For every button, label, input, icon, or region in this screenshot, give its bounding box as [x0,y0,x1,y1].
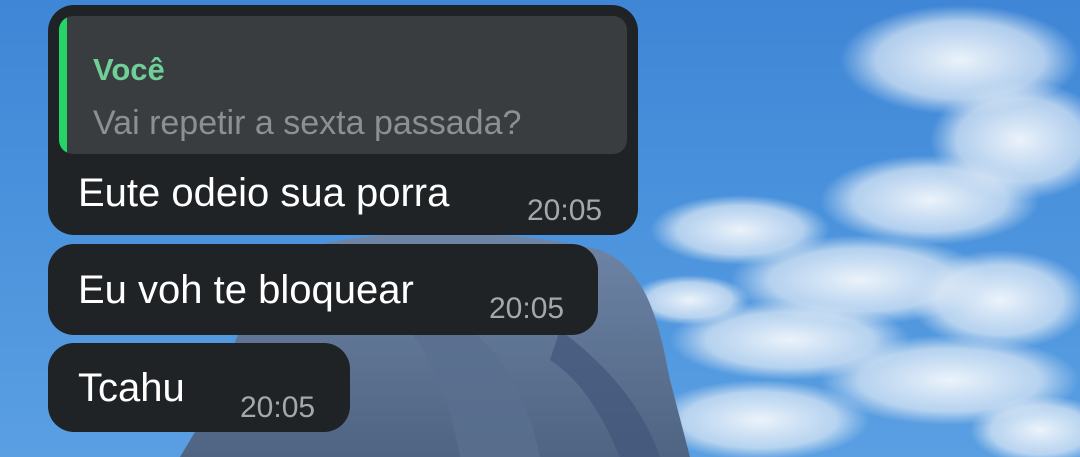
clouds [630,5,1080,457]
message-timestamp: 20:05 [527,194,603,227]
quoted-text: Vai repetir a sexta passada? [93,104,522,142]
message-text: Eute odeio sua porra [78,171,450,215]
quoted-message[interactable]: Você Vai repetir a sexta passada? [59,16,627,154]
quoted-author: Você [93,52,165,87]
message-text: Tcahu [78,366,185,410]
message-timestamp: 20:05 [240,391,316,424]
quote-accent-bar [59,16,67,154]
message-timestamp: 20:05 [489,292,565,325]
message-text: Eu voh te bloquear [78,268,414,312]
